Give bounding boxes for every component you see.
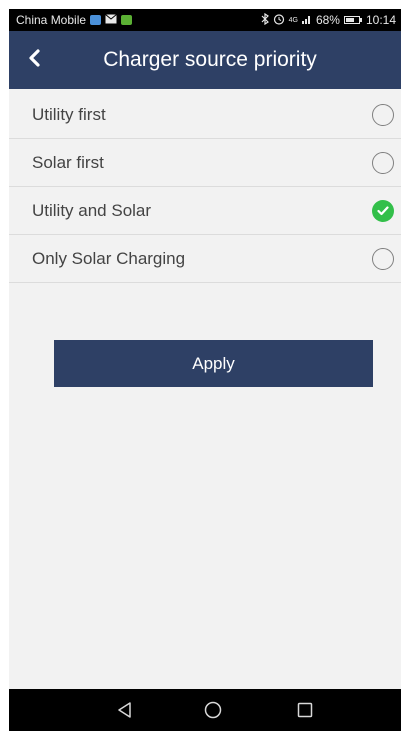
- alarm-icon: [273, 13, 285, 28]
- back-triangle-icon[interactable]: [115, 700, 135, 720]
- status-right: 4G 68% 10:14: [261, 12, 396, 28]
- bluetooth-icon: [261, 12, 269, 28]
- radio-unchecked-icon[interactable]: [372, 103, 394, 126]
- priority-options-list: Utility first Solar first Utility and So…: [9, 91, 401, 283]
- option-utility-first[interactable]: Utility first: [9, 91, 401, 139]
- clock-time: 10:14: [365, 13, 396, 27]
- page-title: Charger source priority: [103, 48, 317, 71]
- option-label: Utility and Solar: [32, 200, 152, 220]
- signal-icon: [301, 13, 312, 27]
- recents-square-icon[interactable]: [295, 700, 315, 720]
- phone-screen: China Mobile 4G 68% 10:14 Charger source…: [9, 9, 401, 731]
- carrier-name: China Mobile: [16, 13, 87, 27]
- radio-unchecked-icon[interactable]: [372, 151, 394, 174]
- option-label: Solar first: [32, 152, 104, 172]
- back-button[interactable]: [19, 45, 49, 75]
- check-circle-icon[interactable]: [372, 199, 394, 222]
- apply-button[interactable]: Apply: [54, 340, 373, 387]
- signal-label: 4G: [288, 16, 298, 24]
- option-only-solar-charging[interactable]: Only Solar Charging: [9, 235, 401, 283]
- battery-icon: [343, 16, 362, 24]
- radio-unchecked-icon[interactable]: [372, 247, 394, 270]
- app-notification-icon: [90, 15, 102, 25]
- option-utility-and-solar[interactable]: Utility and Solar: [9, 187, 401, 235]
- option-label: Only Solar Charging: [32, 248, 186, 268]
- app-header: Charger source priority: [9, 31, 401, 89]
- system-nav-bar: [9, 689, 401, 731]
- chevron-left-icon: [27, 48, 41, 72]
- wechat-icon: [121, 15, 133, 25]
- home-circle-icon[interactable]: [203, 700, 223, 720]
- option-solar-first[interactable]: Solar first: [9, 139, 401, 187]
- mail-icon: [105, 13, 117, 27]
- status-left: China Mobile: [16, 13, 133, 27]
- status-bar: China Mobile 4G 68% 10:14: [9, 9, 401, 31]
- option-label: Utility first: [32, 104, 106, 124]
- battery-percent: 68%: [315, 13, 340, 27]
